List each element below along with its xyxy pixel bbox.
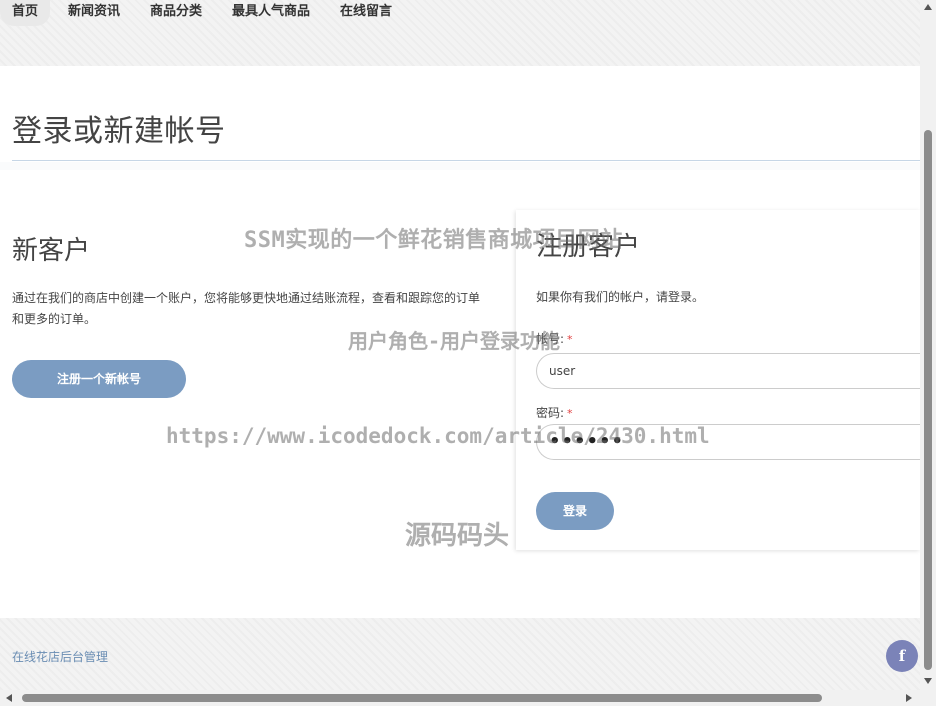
top-nav: 首页 新闻资讯 商品分类 最具人气商品 在线留言 [0, 0, 920, 28]
title-band [0, 162, 920, 170]
scrollbar-corner [920, 690, 936, 706]
nav-item-popular[interactable]: 最具人气商品 [232, 0, 310, 26]
required-mark: * [567, 407, 573, 420]
account-input[interactable]: user [536, 353, 920, 389]
vertical-scrollbar[interactable] [920, 0, 936, 690]
title-divider [12, 160, 920, 161]
required-mark: * [567, 333, 573, 346]
login-heading: 注册客户 [536, 232, 641, 262]
new-customer-description: 通过在我们的商店中创建一个账户，您将能够更快地通过结账流程，查看和跟踪您的订单和… [12, 291, 481, 326]
facebook-icon[interactable]: f [886, 640, 918, 672]
new-customer-heading: 新客户 [12, 236, 91, 266]
horizontal-scrollbar[interactable] [0, 690, 920, 706]
password-label: 密码: * [536, 404, 573, 421]
account-label: 帐号: * [536, 330, 573, 347]
nav-item-messages[interactable]: 在线留言 [340, 0, 392, 26]
admin-link[interactable]: 在线花店后台管理 [12, 648, 108, 665]
login-card: 注册客户 如果你有我们的帐户，请登录。 帐号: * user 密码: * •••••… [516, 210, 920, 550]
login-description: 如果你有我们的帐户，请登录。 [536, 290, 705, 304]
vertical-scroll-thumb[interactable] [924, 130, 932, 670]
scroll-right-arrow-icon[interactable] [906, 694, 912, 702]
register-button[interactable]: 注册一个新帐号 [12, 360, 186, 398]
scroll-up-arrow-icon[interactable] [924, 4, 932, 10]
nav-item-categories[interactable]: 商品分类 [150, 0, 202, 26]
nav-item-home[interactable]: 首页 [0, 0, 51, 26]
account-label-text: 帐号: [536, 332, 565, 346]
password-label-text: 密码: [536, 406, 565, 420]
scroll-left-arrow-icon[interactable] [6, 694, 12, 702]
horizontal-scroll-thumb[interactable] [22, 694, 822, 702]
login-button[interactable]: 登录 [536, 492, 614, 530]
password-input[interactable]: •••••• [536, 424, 920, 460]
main-panel: 登录或新建帐号 新客户 通过在我们的商店中创建一个账户，您将能够更快地通过结账流… [0, 66, 920, 618]
scroll-down-arrow-icon[interactable] [924, 678, 932, 684]
password-mask: •••••• [549, 431, 625, 452]
page-title: 登录或新建帐号 [12, 114, 226, 149]
nav-item-news[interactable]: 新闻资讯 [68, 0, 120, 26]
